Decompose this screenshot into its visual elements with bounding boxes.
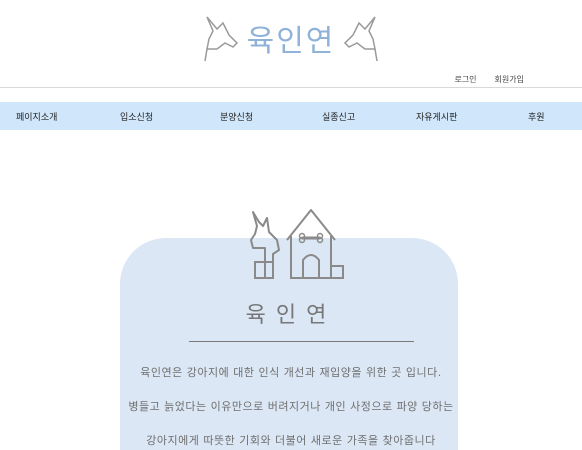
page: 육인연 로그인 회원가입 페이지소개 입소신청 분양신청 실종신고 자유게시판 … (0, 0, 582, 450)
title-divider (189, 341, 414, 342)
header-divider (0, 87, 582, 88)
intro-line-3: 강아지에게 따뜻한 기회와 더불어 새로운 가족을 찾아줍니다 (146, 434, 436, 447)
intro-title: 육인연 (245, 303, 337, 328)
signup-link[interactable]: 회원가입 (495, 74, 524, 85)
intro-line-2: 병들고 늙었다는 이유만으로 버려지거나 개인 사정으로 파양 당하는 (128, 400, 454, 413)
nav-item-missing-report[interactable]: 실종신고 (322, 110, 355, 123)
logo-text: 육인연 (246, 24, 336, 59)
nav-item-donate[interactable]: 후원 (528, 110, 545, 123)
utility-links: 로그인 회원가입 (454, 74, 524, 85)
dog-head-right-icon (344, 16, 379, 62)
dog-head-left-icon (203, 16, 238, 62)
site-logo[interactable]: 육인연 (0, 10, 582, 66)
nav-item-adoption[interactable]: 분양신청 (220, 110, 253, 123)
dog-and-doghouse-icon (250, 209, 344, 279)
nav-item-free-board[interactable]: 자유게시판 (416, 110, 457, 123)
nav-item-admission[interactable]: 입소신청 (120, 110, 153, 123)
login-link[interactable]: 로그인 (454, 74, 476, 85)
intro-line-1: 육인연은 강아지에 대한 인식 개선과 재입양을 위한 곳 입니다. (140, 366, 442, 379)
main-nav: 페이지소개 입소신청 분양신청 실종신고 자유게시판 후원 (0, 102, 582, 130)
nav-item-about[interactable]: 페이지소개 (16, 110, 57, 123)
